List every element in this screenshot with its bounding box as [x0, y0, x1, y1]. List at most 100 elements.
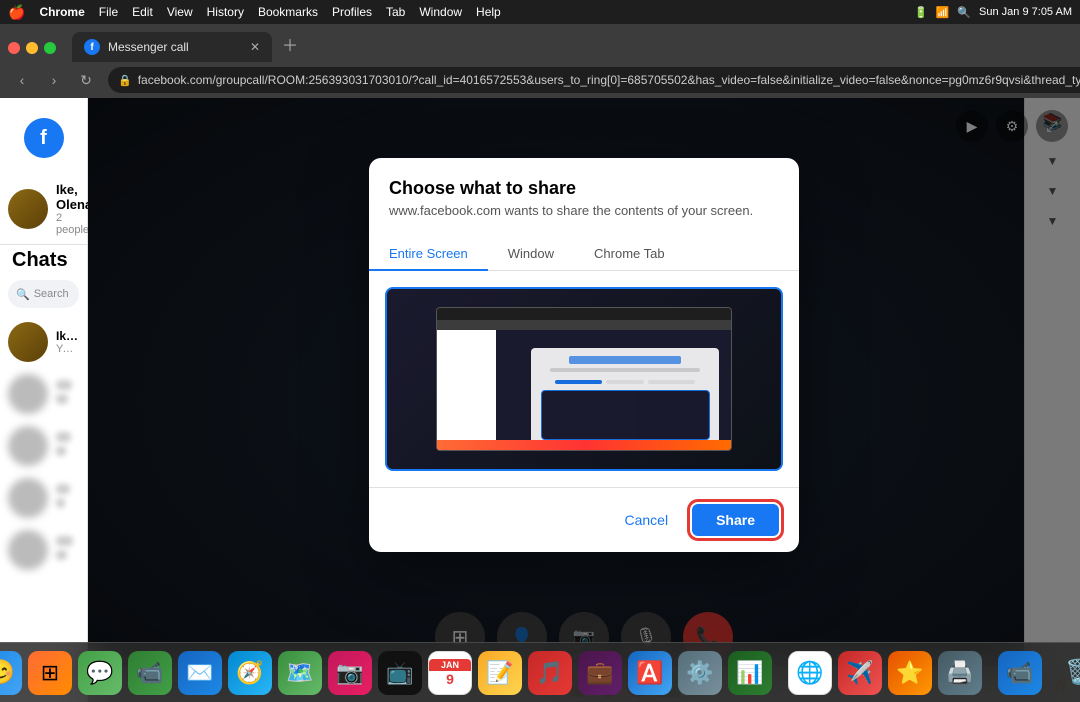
preview-inner [387, 289, 781, 469]
dock-item-notes[interactable]: 📝 [478, 651, 522, 695]
dialog-subtitle: www.facebook.com wants to share the cont… [389, 203, 779, 218]
dialog-title: Choose what to share [389, 178, 779, 199]
dock-item-appstore[interactable]: 🅰️ [628, 651, 672, 695]
dock-item-calendar[interactable]: JAN 9 [428, 651, 472, 695]
menu-help[interactable]: Help [476, 5, 501, 19]
tab-entire-screen[interactable]: Entire Screen [369, 238, 488, 271]
tab-chrome-tab[interactable]: Chrome Tab [574, 238, 685, 271]
dock-item-trash[interactable]: 🗑️ [1058, 651, 1080, 695]
nested-screen-sim [436, 307, 732, 451]
dock-item-printer[interactable]: 🖨️ [938, 651, 982, 695]
dock-item-finder[interactable]: 😊 [0, 651, 22, 695]
chat-preview: You c... [56, 343, 79, 355]
contact-details: Ike, Olena 2 people [56, 182, 92, 236]
menu-history[interactable]: History [207, 5, 244, 19]
nested-main [496, 330, 731, 450]
tab-bar: f Messenger call ✕ ＋ [0, 24, 1080, 62]
search-bar[interactable]: 🔍 Search [8, 280, 79, 308]
menubar: 🍎 Chrome File Edit View History Bookmark… [0, 0, 1080, 24]
nav-buttons: ‹ › ↻ [8, 66, 100, 94]
dialog-body [369, 271, 799, 487]
reload-button[interactable]: ↻ [72, 66, 100, 94]
dock-item-mail[interactable]: ✉️ [178, 651, 222, 695]
chat-item[interactable]: Ike R You c... [0, 316, 87, 368]
dock-item-reeder[interactable]: ⭐ [888, 651, 932, 695]
menubar-right: 🔋 📶 🔍 Sun Jan 9 7:05 AM [914, 6, 1072, 19]
maximize-button[interactable] [44, 42, 56, 54]
search-icon: 🔍 [16, 288, 30, 301]
blurred-avatar [8, 374, 48, 414]
tab-window[interactable]: Window [488, 238, 574, 271]
dock-item-appletv[interactable]: 📺 [378, 651, 422, 695]
dialog-tabs: Entire Screen Window Chrome Tab [369, 238, 799, 271]
nested-menubar [437, 308, 731, 320]
blurred-avatar-2 [8, 426, 48, 466]
blurred-avatar-4 [8, 530, 48, 570]
share-button[interactable]: Share [692, 504, 779, 536]
menu-file[interactable]: File [99, 5, 118, 19]
content-area: f Ike, Olena 2 people Chats 🔍 Search [0, 98, 1080, 702]
wifi-icon: 📶 [936, 6, 950, 19]
blurred-preview-4 [56, 550, 67, 560]
menu-window[interactable]: Window [419, 5, 462, 19]
dock-item-messages[interactable]: 💬 [78, 651, 122, 695]
dock-item-airmail[interactable]: ✈️ [838, 651, 882, 695]
chat-info: Ike R You c... [56, 329, 79, 355]
dock-item-chrome[interactable]: 🌐 [788, 651, 832, 695]
contact-header: Ike, Olena 2 people [0, 174, 87, 245]
search-placeholder: Search [34, 288, 69, 300]
chat-item-blurred-2[interactable] [0, 420, 87, 472]
chat-item-blurred-1[interactable] [0, 368, 87, 420]
blurred-info-3 [56, 484, 79, 512]
blurred-name-2 [56, 432, 71, 442]
forward-button[interactable]: › [40, 66, 68, 94]
dock-item-photos[interactable]: 📷 [328, 651, 372, 695]
datetime: Sun Jan 9 7:05 AM [979, 6, 1072, 18]
battery-icon: 🔋 [914, 6, 928, 19]
chat-item-blurred-4[interactable] [0, 524, 87, 576]
contact-count: 2 people [56, 212, 92, 236]
dock-item-system-prefs[interactable]: ⚙️ [678, 651, 722, 695]
new-tab-button[interactable]: ＋ [276, 30, 304, 58]
minimize-button[interactable] [26, 42, 38, 54]
dock-item-facetime[interactable]: 📹 [128, 651, 172, 695]
contact-name: Ike, Olena [56, 182, 92, 212]
menu-edit[interactable]: Edit [132, 5, 153, 19]
blurred-name-3 [56, 484, 70, 494]
url-bar[interactable]: 🔒 facebook.com/groupcall/ROOM:2563930317… [108, 67, 1080, 93]
dock-item-maps[interactable]: 🗺️ [278, 651, 322, 695]
macos-dock: 😊 ⊞ 💬 📹 ✉️ 🧭 🗺️ 📷 📺 JAN 9 📝 🎵 💼 🅰️ ⚙️ 📊 … [0, 642, 1080, 702]
chats-label: Chats [0, 245, 87, 280]
security-lock-icon: 🔒 [118, 74, 132, 87]
blurred-preview-2 [56, 446, 66, 456]
back-button[interactable]: ‹ [8, 66, 36, 94]
blurred-info [56, 380, 79, 408]
close-button[interactable] [8, 42, 20, 54]
blurred-preview-3 [56, 498, 65, 508]
dock-item-safari[interactable]: 🧭 [228, 651, 272, 695]
dock-item-zoom[interactable]: 📹 [998, 651, 1042, 695]
video-call-area: ▶ ⚙ ⤢ ⊞ 👤 📷 🎙 📞 💻 Install Messenger app … [88, 98, 1080, 702]
menu-view[interactable]: View [167, 5, 193, 19]
menu-tab[interactable]: Tab [386, 5, 405, 19]
share-dialog: Choose what to share www.facebook.com wa… [369, 158, 799, 552]
chat-item-blurred-3[interactable] [0, 472, 87, 524]
nested-tabbar [437, 320, 731, 330]
nested-content [437, 330, 731, 450]
dock-item-slack[interactable]: 💼 [578, 651, 622, 695]
tab-close[interactable]: ✕ [250, 40, 260, 54]
browser-tab-active[interactable]: f Messenger call ✕ [72, 32, 272, 62]
menu-bookmarks[interactable]: Bookmarks [258, 5, 318, 19]
dialog-overlay: Choose what to share www.facebook.com wa… [88, 98, 1080, 702]
cancel-button[interactable]: Cancel [608, 504, 684, 536]
menu-profiles[interactable]: Profiles [332, 5, 372, 19]
menubar-left: 🍎 Chrome File Edit View History Bookmark… [8, 4, 501, 21]
search-icon[interactable]: 🔍 [957, 6, 971, 19]
blurred-info-4 [56, 536, 79, 564]
nested-sidebar [437, 330, 496, 450]
dock-item-launchpad[interactable]: ⊞ [28, 651, 72, 695]
dock-item-music[interactable]: 🎵 [528, 651, 572, 695]
screen-preview[interactable] [385, 287, 783, 471]
dock-item-excel[interactable]: 📊 [728, 651, 772, 695]
apple-menu[interactable]: 🍎 [8, 4, 25, 21]
